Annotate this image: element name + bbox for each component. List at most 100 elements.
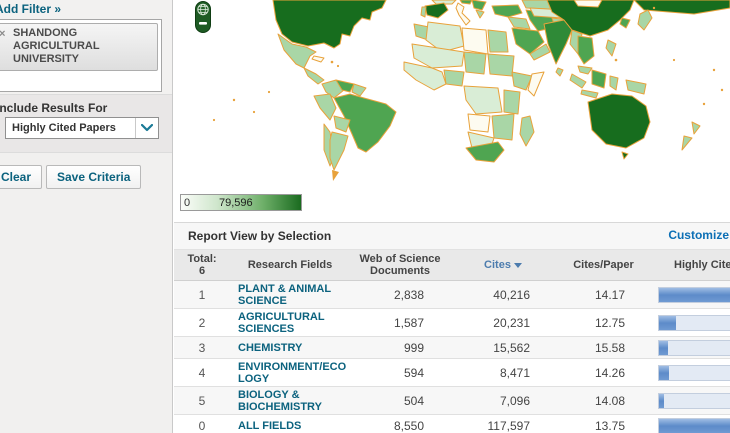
globe-icon [198,4,208,14]
bar-track [658,418,730,433]
bar-fill [659,419,730,433]
bar-fill [659,366,669,380]
bar-fill [659,288,730,302]
legend-min-value: 0 [184,197,190,209]
field-link[interactable]: BIOLOGY & BIOCHEMISTRY [230,389,350,413]
highly-cited-bar-cell [651,393,730,409]
sort-desc-icon [514,263,522,268]
highly-cited-bar-cell [651,287,730,303]
remove-filter-icon[interactable]: × [0,28,5,40]
country-italy[interactable] [456,3,470,25]
docs-cell: 2,838 [350,288,450,302]
table-row-all-fields: 0 ALL FIELDS 8,550 117,597 13.75 [174,415,730,433]
country-turkey[interactable] [492,5,522,17]
docs-cell: 999 [350,341,450,355]
rank-cell: 0 [174,419,230,433]
cites-per-paper-cell: 14.08 [556,394,651,408]
field-link[interactable]: CHEMISTRY [230,342,350,354]
save-criteria-button[interactable]: Save Criteria [46,165,141,189]
bar-track [658,287,730,303]
column-header-highly-cited[interactable]: Highly Cited Papers [651,259,730,271]
cites-per-paper-cell: 14.17 [556,288,651,302]
legend-max-value: 79,596 [219,197,253,209]
clear-button[interactable]: Clear [0,165,42,189]
bar-track [658,393,730,409]
field-link[interactable]: PLANT & ANIMAL SCIENCE [230,283,350,307]
include-results-section: Include Results For Highly Cited Papers [0,94,172,153]
bar-fill [659,394,664,408]
filter-tag-institution[interactable]: × SHANDONG AGRICULTURAL UNIVERSITY [0,23,158,71]
country-japan[interactable] [638,10,652,30]
bar-fill [659,341,668,355]
customize-link[interactable]: Customize [668,228,729,242]
table-row: 2 AGRICULTURAL SCIENCES 1,587 20,231 12.… [174,309,730,337]
zoom-out-minus-icon [199,22,207,25]
table-row: 5 BIOLOGY & BIOCHEMISTRY 504 7,096 14.08 [174,387,730,415]
bar-track [658,315,730,331]
docs-cell: 504 [350,394,450,408]
report-title: Report View by Selection [174,229,331,243]
highly-cited-bar-cell [651,365,730,381]
highly-cited-bar-cell [651,340,730,356]
country-madagascar[interactable] [520,116,534,146]
criteria-actions-section: Clear Save Criteria [0,152,172,433]
docs-cell: 594 [350,366,450,380]
esi-report-page: Add Filter » × SHANDONG AGRICULTURAL UNI… [0,0,730,433]
field-link[interactable]: ALL FIELDS [230,420,350,432]
table-row: 4 ENVIRONMENT/ECOLOGY 594 8,471 14.26 [174,359,730,387]
field-link[interactable]: AGRICULTURAL SCIENCES [230,311,350,335]
column-header-cites-per-paper[interactable]: Cites/Paper [556,259,651,271]
country-india[interactable] [544,20,572,64]
cites-cell: 20,231 [450,316,556,330]
highly-cited-bar-cell [651,315,730,331]
world-choropleth-map[interactable] [174,0,730,192]
country-australia[interactable] [588,94,650,148]
table-row: 1 PLANT & ANIMAL SCIENCE 2,838 40,216 14… [174,281,730,309]
country-new-zealand[interactable] [692,122,700,134]
country-spain[interactable] [425,3,448,18]
rank-cell: 5 [174,394,230,408]
cites-cell: 40,216 [450,288,556,302]
table-row: 3 CHEMISTRY 999 15,562 15.58 [174,337,730,359]
results-type-dropdown[interactable]: Highly Cited Papers [5,117,159,139]
bar-track [658,365,730,381]
country-usa[interactable] [273,0,386,48]
rank-cell: 4 [174,366,230,380]
column-header-research-fields[interactable]: Research Fields [230,259,350,271]
bar-track [658,340,730,356]
bar-fill [659,316,676,330]
rank-cell: 2 [174,316,230,330]
column-header-cites[interactable]: Cites [450,259,556,271]
cites-cell: 117,597 [450,419,556,433]
choropleth-legend: 0 79,596 [180,194,302,211]
docs-cell: 1,587 [350,316,450,330]
cites-cell: 7,096 [450,394,556,408]
table-header-row: Total: 6 Research Fields Web of Science … [174,250,730,281]
report-table-panel: Report View by Selection Customize Total… [174,222,730,433]
report-header-band: Report View by Selection Customize [174,222,730,250]
rank-cell: 1 [174,288,230,302]
highly-cited-bar-cell [651,418,730,433]
field-link[interactable]: ENVIRONMENT/ECOLOGY [230,361,350,385]
cites-cell: 15,562 [450,341,556,355]
cites-per-paper-cell: 15.58 [556,341,651,355]
country-nigeria[interactable] [444,70,464,86]
chevron-down-icon[interactable] [135,118,158,138]
add-filter-link[interactable]: Add Filter » [0,2,61,16]
total-count-header: Total: 6 [174,253,230,277]
column-header-documents[interactable]: Web of Science Documents [350,253,450,277]
filter-sidebar: Add Filter » × SHANDONG AGRICULTURAL UNI… [0,0,173,433]
cites-per-paper-cell: 12.75 [556,316,651,330]
country-argentina[interactable] [330,132,348,170]
include-results-label: Include Results For [0,101,107,115]
cites-per-paper-cell: 14.26 [556,366,651,380]
rank-cell: 3 [174,341,230,355]
results-type-value: Highly Cited Papers [6,122,135,134]
map-zoom-control[interactable] [195,1,211,33]
active-filters-box: × SHANDONG AGRICULTURAL UNIVERSITY [0,19,162,92]
filter-tag-label: SHANDONG AGRICULTURAL UNIVERSITY [13,27,113,66]
docs-cell: 8,550 [350,419,450,433]
world-map-panel: 0 79,596 [174,0,730,220]
cites-per-paper-cell: 13.75 [556,419,651,433]
cites-cell: 8,471 [450,366,556,380]
